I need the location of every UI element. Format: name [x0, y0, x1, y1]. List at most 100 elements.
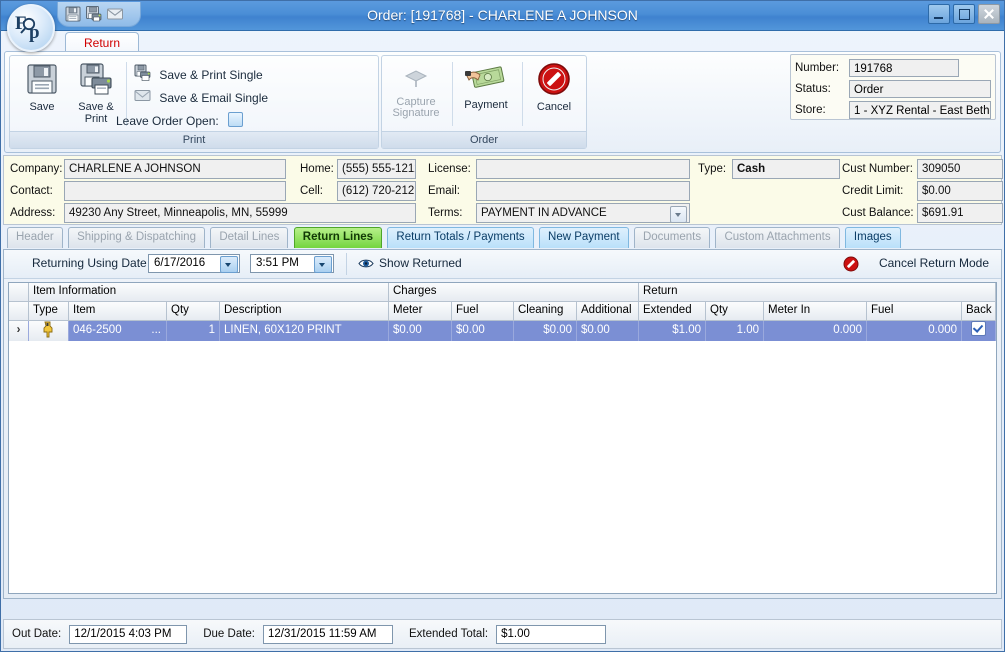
terms-value: PAYMENT IN ADVANCE: [481, 207, 607, 219]
grid-col-qty[interactable]: Qty: [167, 302, 220, 321]
save-print-single-icon: [134, 64, 154, 84]
tab-return-totals-payments[interactable]: Return Totals / Payments: [387, 227, 534, 248]
due-date-field[interactable]: 12/31/2015 11:59 AM: [263, 624, 393, 644]
grid-col-back[interactable]: Back: [962, 302, 996, 321]
table-row[interactable]: › 046-2500 ... 1 LINEN, 60X120 PRINT $0.…: [9, 321, 996, 341]
contact-label: Contact:: [10, 185, 53, 197]
chevron-down-icon[interactable]: [220, 256, 238, 273]
cancel-button[interactable]: Cancel: [528, 60, 580, 130]
tab-shipping-dispatching[interactable]: Shipping & Dispatching: [68, 227, 205, 248]
row-extended: $1.00: [639, 321, 706, 341]
tool-icon: [41, 321, 56, 338]
grid-col-extended[interactable]: Extended: [639, 302, 706, 321]
grid-col-item[interactable]: Item: [69, 302, 167, 321]
cust-number-label: Cust Number:: [842, 163, 913, 175]
tab-images[interactable]: Images: [844, 227, 901, 248]
save-email-single-button[interactable]: Save & Email Single: [134, 87, 268, 109]
ribbon-tab-strip: Return: [1, 31, 1004, 53]
save-icon[interactable]: [64, 5, 82, 23]
save-button[interactable]: Save: [16, 60, 68, 130]
tab-new-payment[interactable]: New Payment: [539, 227, 629, 248]
order-number-field[interactable]: 191768: [849, 59, 959, 77]
order-status-label: Status:: [795, 83, 831, 95]
ribbon-tab-return[interactable]: Return: [65, 32, 140, 53]
grid-col-additional[interactable]: Additional: [577, 302, 639, 321]
license-field[interactable]: [476, 159, 690, 179]
leave-order-open-checkbox[interactable]: [228, 112, 244, 127]
row-item-ellipsis[interactable]: ...: [151, 321, 161, 340]
row-meter: $0.00: [389, 321, 452, 341]
tab-return-lines[interactable]: Return Lines: [293, 227, 383, 248]
grid-group-return: Return: [639, 283, 996, 302]
grid-col-return-qty[interactable]: Qty: [706, 302, 764, 321]
returning-using-date-label: Returning Using Date: [32, 256, 147, 270]
returning-date-picker[interactable]: 6/17/2016: [148, 254, 240, 273]
type-label: Type:: [698, 163, 727, 175]
grid-col-meter[interactable]: Meter: [389, 302, 452, 321]
home-field[interactable]: (555) 555-1212: [337, 159, 416, 179]
returning-time-picker[interactable]: 3:51 PM: [250, 254, 334, 273]
grid-col-return-fuel[interactable]: Fuel: [867, 302, 962, 321]
contact-field[interactable]: [64, 181, 286, 201]
maximize-button[interactable]: [953, 4, 975, 24]
type-field[interactable]: Cash: [732, 159, 840, 179]
grid-col-cleaning[interactable]: Cleaning: [514, 302, 577, 321]
cell-field[interactable]: (612) 720-2121: [337, 181, 416, 201]
row-back-checkbox[interactable]: [971, 321, 986, 336]
order-status-field[interactable]: Order: [849, 80, 991, 98]
terms-dropdown[interactable]: PAYMENT IN ADVANCE: [476, 203, 690, 223]
row-meter-in[interactable]: 0.000: [764, 321, 867, 341]
credit-limit-label: Credit Limit:: [842, 185, 904, 197]
out-date-field[interactable]: 12/1/2015 4:03 PM: [69, 624, 188, 644]
payment-button[interactable]: Payment: [458, 60, 514, 130]
row-return-qty[interactable]: 1.00: [706, 321, 764, 341]
window-controls: [928, 4, 1000, 24]
eye-icon[interactable]: [358, 257, 374, 273]
tab-detail-lines[interactable]: Detail Lines: [210, 227, 289, 248]
row-return-fuel[interactable]: 0.000: [867, 321, 962, 341]
cust-number-field[interactable]: 309050: [917, 159, 1003, 179]
return-toolbar: Returning Using Date 6/17/2016 3:51 PM S…: [4, 250, 1001, 279]
order-number-row: Number: 191768: [795, 58, 991, 78]
capture-signature-label: Capture Signature: [392, 96, 440, 119]
tab-documents[interactable]: Documents: [633, 227, 711, 248]
ribbon-group-order: Capture Signature Payment Cancel Order: [381, 55, 587, 149]
cancel-return-mode-label[interactable]: Cancel Return Mode: [879, 256, 989, 270]
tab-custom-attachments[interactable]: Custom Attachments: [715, 227, 840, 248]
grid-col-type[interactable]: Type: [29, 302, 69, 321]
order-status-row: Status: Order: [795, 79, 991, 99]
capture-signature-button[interactable]: Capture Signature: [388, 60, 444, 130]
show-returned-label[interactable]: Show Returned: [379, 256, 462, 270]
ribbon-separator-3: [522, 62, 523, 126]
company-field[interactable]: CHARLENE A JOHNSON: [64, 159, 286, 179]
grid-col-description[interactable]: Description: [220, 302, 389, 321]
grid-col-fuel[interactable]: Fuel: [452, 302, 514, 321]
cancel-button-label: Cancel: [536, 101, 572, 113]
email-icon[interactable]: [106, 5, 124, 23]
app-logo-icon[interactable]: F p: [7, 4, 55, 52]
order-store-field[interactable]: 1 - XYZ Rental - East Bethel: [849, 101, 991, 119]
order-info-panel: Number: 191768 Status: Order Store: 1 - …: [790, 54, 996, 120]
cust-balance-field[interactable]: $691.91: [917, 203, 1003, 223]
cancel-return-mode-icon[interactable]: [843, 256, 859, 275]
leave-order-open-label: Leave Order Open:: [116, 114, 219, 128]
save-print-single-button[interactable]: Save & Print Single: [134, 64, 263, 86]
quick-access-toolbar: [57, 2, 141, 27]
grid-group-charges: Charges: [389, 283, 639, 302]
grid-col-meter-in[interactable]: Meter In: [764, 302, 867, 321]
close-button[interactable]: [978, 4, 1000, 24]
return-lines-panel: Returning Using Date 6/17/2016 3:51 PM S…: [3, 249, 1002, 599]
credit-limit-field[interactable]: $0.00: [917, 181, 1003, 201]
chevron-down-icon[interactable]: [670, 206, 687, 222]
chevron-down-icon[interactable]: [314, 256, 332, 273]
minimize-button[interactable]: [928, 4, 950, 24]
extended-total-field[interactable]: $1.00: [496, 624, 607, 644]
row-additional: $0.00: [577, 321, 639, 341]
save-print-icon[interactable]: [85, 5, 103, 23]
address-field[interactable]: 49230 Any Street, Minneapolis, MN, 55999: [64, 203, 416, 223]
customer-form: Company: CHARLENE A JOHNSON Contact: Add…: [3, 155, 1003, 225]
save-and-print-button[interactable]: Save & Print: [70, 60, 122, 130]
save-button-label: Save: [29, 101, 55, 113]
tab-header[interactable]: Header: [7, 227, 63, 248]
email-field[interactable]: [476, 181, 690, 201]
